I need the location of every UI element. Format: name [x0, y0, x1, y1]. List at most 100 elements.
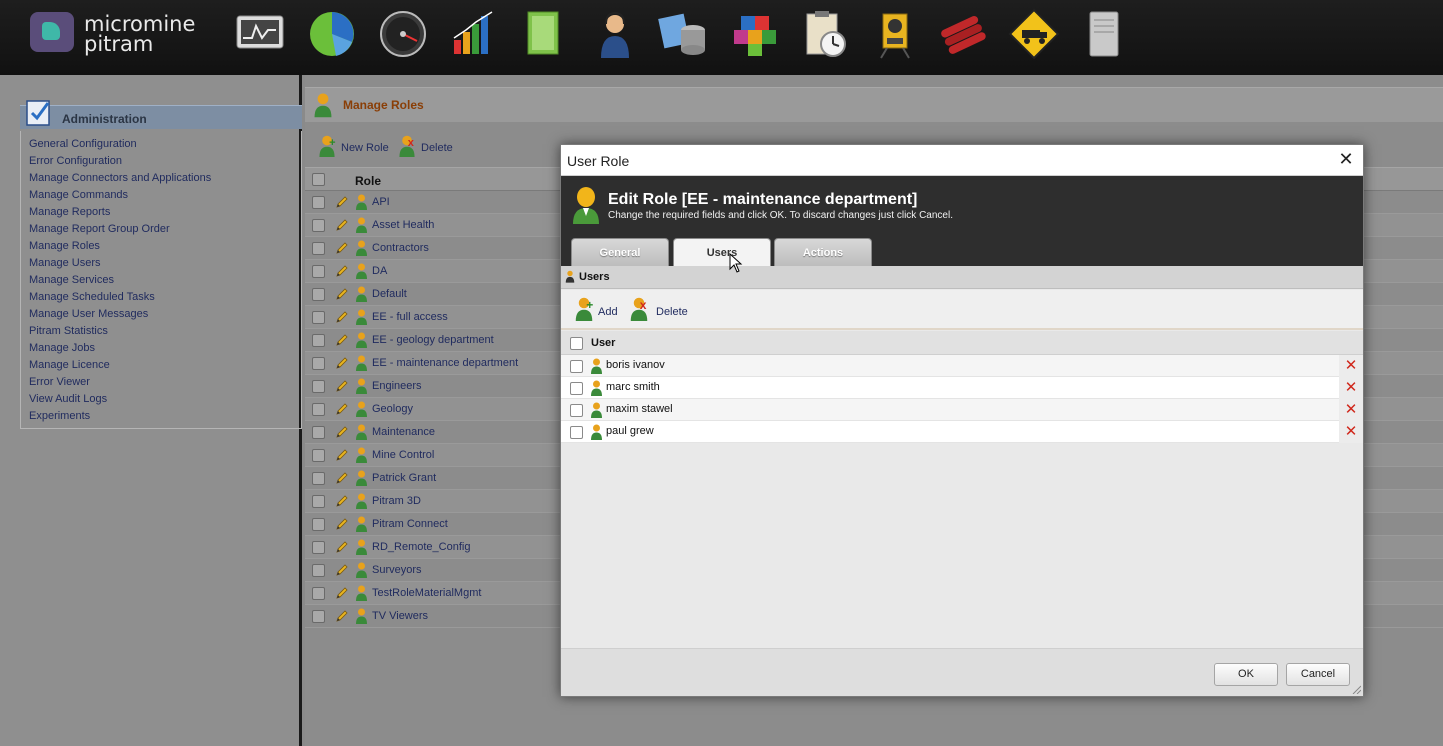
cancel-button[interactable]: Cancel: [1286, 663, 1350, 686]
role-checkbox[interactable]: [312, 311, 325, 324]
edit-pencil-icon[interactable]: [335, 356, 349, 370]
admin-item-manage-services[interactable]: Manage Services: [29, 272, 114, 289]
edit-pencil-icon[interactable]: [335, 471, 349, 485]
edit-pencil-icon[interactable]: [335, 517, 349, 531]
role-name[interactable]: TV Viewers: [372, 610, 428, 622]
role-checkbox[interactable]: [312, 265, 325, 278]
user-checkbox[interactable]: [570, 404, 583, 417]
admin-item-manage-connectors[interactable]: Manage Connectors and Applications: [29, 170, 211, 187]
edit-pencil-icon[interactable]: [335, 425, 349, 439]
edit-pencil-icon[interactable]: [335, 195, 349, 209]
edit-pencil-icon[interactable]: [335, 586, 349, 600]
role-name[interactable]: Surveyors: [372, 564, 422, 576]
role-name[interactable]: TestRoleMaterialMgmt: [372, 587, 481, 599]
role-checkbox[interactable]: [312, 587, 325, 600]
user-checkbox[interactable]: [570, 360, 583, 373]
role-name[interactable]: Pitram Connect: [372, 518, 448, 530]
tab-users[interactable]: Users: [673, 238, 771, 266]
table-row[interactable]: marc smith ✕: [561, 377, 1363, 399]
admin-item-manage-commands[interactable]: Manage Commands: [29, 187, 128, 204]
admin-item-view-audit-logs[interactable]: View Audit Logs: [29, 391, 107, 408]
role-checkbox[interactable]: [312, 219, 325, 232]
admin-item-manage-scheduled-tasks[interactable]: Manage Scheduled Tasks: [29, 289, 155, 306]
ok-button[interactable]: OK: [1214, 663, 1278, 686]
edit-pencil-icon[interactable]: [335, 264, 349, 278]
role-checkbox[interactable]: [312, 334, 325, 347]
edit-pencil-icon[interactable]: [335, 287, 349, 301]
admin-item-experiments[interactable]: Experiments: [29, 408, 90, 425]
new-role-button[interactable]: + New Role: [317, 135, 389, 157]
delete-user-button[interactable]: x Delete: [628, 297, 690, 321]
explosives-icon[interactable]: [937, 8, 989, 60]
role-checkbox[interactable]: [312, 196, 325, 209]
database-icon[interactable]: [657, 8, 709, 60]
role-checkbox[interactable]: [312, 541, 325, 554]
admin-item-error-configuration[interactable]: Error Configuration: [29, 153, 122, 170]
role-name[interactable]: EE - maintenance department: [372, 357, 518, 369]
role-name[interactable]: EE - full access: [372, 311, 448, 323]
admin-item-pitram-statistics[interactable]: Pitram Statistics: [29, 323, 108, 340]
role-checkbox[interactable]: [312, 472, 325, 485]
select-all-roles-checkbox[interactable]: [312, 173, 325, 186]
role-name[interactable]: Default: [372, 288, 407, 300]
tab-actions[interactable]: Actions: [774, 238, 872, 266]
edit-pencil-icon[interactable]: [335, 540, 349, 554]
tab-general[interactable]: General: [571, 238, 669, 266]
remove-user-icon[interactable]: ✕: [1339, 399, 1363, 421]
edit-pencil-icon[interactable]: [335, 218, 349, 232]
table-row[interactable]: paul grew ✕: [561, 421, 1363, 443]
edit-pencil-icon[interactable]: [335, 448, 349, 462]
clipboard-clock-icon[interactable]: [799, 8, 851, 60]
user-checkbox[interactable]: [570, 426, 583, 439]
role-name[interactable]: Maintenance: [372, 426, 435, 438]
delete-role-button[interactable]: x Delete: [397, 135, 459, 157]
haul-truck-sign-icon[interactable]: [1008, 8, 1060, 60]
resize-grip-icon[interactable]: [1351, 684, 1361, 694]
user-checkbox[interactable]: [570, 382, 583, 395]
role-name[interactable]: DA: [372, 265, 387, 277]
role-name[interactable]: Contractors: [372, 242, 429, 254]
admin-item-manage-users[interactable]: Manage Users: [29, 255, 101, 272]
edit-pencil-icon[interactable]: [335, 609, 349, 623]
gauge-icon[interactable]: [377, 8, 429, 60]
role-checkbox[interactable]: [312, 288, 325, 301]
role-name[interactable]: Mine Control: [372, 449, 434, 461]
role-checkbox[interactable]: [312, 449, 325, 462]
admin-item-manage-jobs[interactable]: Manage Jobs: [29, 340, 95, 357]
admin-item-manage-licence[interactable]: Manage Licence: [29, 357, 110, 374]
table-row[interactable]: maxim stawel ✕: [561, 399, 1363, 421]
admin-item-manage-user-messages[interactable]: Manage User Messages: [29, 306, 148, 323]
role-name[interactable]: Patrick Grant: [372, 472, 436, 484]
pie-chart-icon[interactable]: [306, 8, 358, 60]
admin-item-manage-roles[interactable]: Manage Roles: [29, 238, 100, 255]
role-name[interactable]: Asset Health: [372, 219, 434, 231]
role-checkbox[interactable]: [312, 495, 325, 508]
document-icon[interactable]: [518, 8, 570, 60]
admin-item-manage-report-group-order[interactable]: Manage Report Group Order: [29, 221, 170, 238]
edit-pencil-icon[interactable]: [335, 563, 349, 577]
role-checkbox[interactable]: [312, 380, 325, 393]
role-name[interactable]: RD_Remote_Config: [372, 541, 470, 553]
role-checkbox[interactable]: [312, 564, 325, 577]
role-name[interactable]: Pitram 3D: [372, 495, 421, 507]
monitor-chart-icon[interactable]: [234, 8, 286, 60]
edit-pencil-icon[interactable]: [335, 494, 349, 508]
edit-pencil-icon[interactable]: [335, 402, 349, 416]
role-checkbox[interactable]: [312, 357, 325, 370]
select-all-users-checkbox[interactable]: [570, 337, 583, 350]
survey-instrument-icon[interactable]: [869, 8, 921, 60]
remove-user-icon[interactable]: ✕: [1339, 421, 1363, 443]
role-name[interactable]: API: [372, 196, 390, 208]
role-checkbox[interactable]: [312, 426, 325, 439]
role-name[interactable]: Engineers: [372, 380, 422, 392]
bar-chart-icon[interactable]: [448, 8, 500, 60]
close-icon[interactable]: ✕: [1337, 150, 1355, 168]
edit-pencil-icon[interactable]: [335, 241, 349, 255]
server-tower-icon[interactable]: [1078, 8, 1130, 60]
edit-pencil-icon[interactable]: [335, 379, 349, 393]
add-user-button[interactable]: + Add: [574, 297, 620, 321]
role-checkbox[interactable]: [312, 403, 325, 416]
role-name[interactable]: Geology: [372, 403, 413, 415]
operator-headset-icon[interactable]: [589, 8, 641, 60]
role-checkbox[interactable]: [312, 610, 325, 623]
